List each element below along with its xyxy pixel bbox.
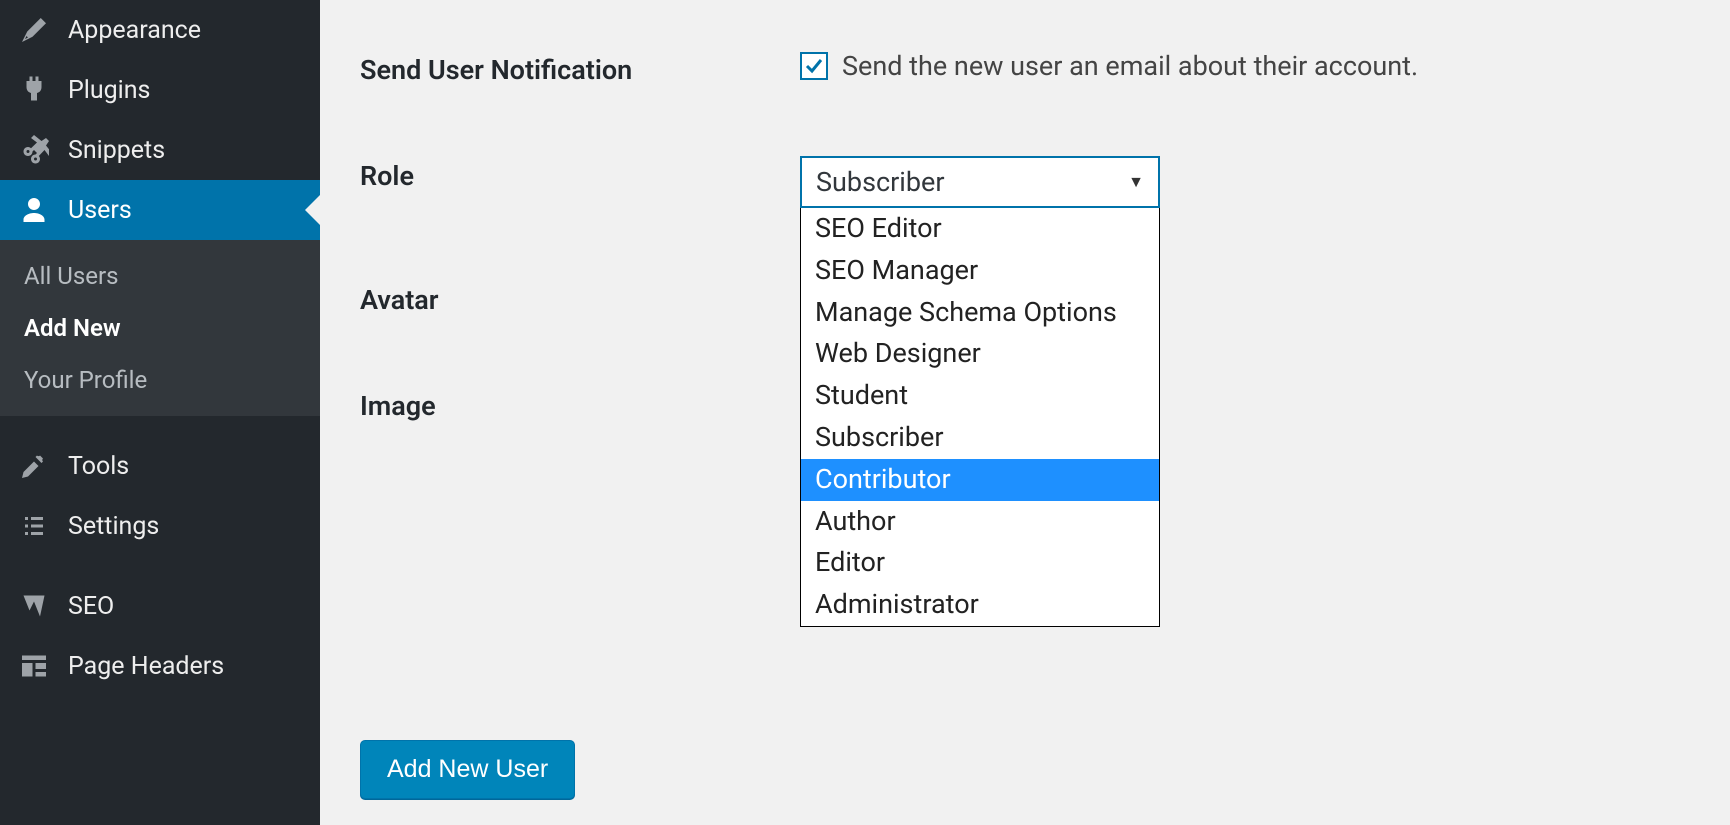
submenu-all-users[interactable]: All Users: [0, 250, 320, 302]
sidebar-item-label: SEO: [68, 592, 114, 621]
users-icon: [18, 194, 50, 226]
sidebar-item-label: Snippets: [68, 136, 165, 165]
role-dropdown: SEO Editor SEO Manager Manage Schema Opt…: [800, 208, 1160, 627]
sidebar-item-label: Plugins: [68, 76, 150, 105]
role-option[interactable]: Web Designer: [801, 333, 1159, 375]
role-option[interactable]: Manage Schema Options: [801, 292, 1159, 334]
sidebar-item-appearance[interactable]: Appearance: [0, 0, 320, 60]
sidebar-item-page-headers[interactable]: Page Headers: [0, 636, 320, 696]
chevron-down-icon: ▼: [1128, 172, 1144, 192]
submenu-add-new[interactable]: Add New: [0, 302, 320, 354]
sidebar-item-label: Users: [68, 196, 132, 225]
role-option[interactable]: SEO Manager: [801, 250, 1159, 292]
snippets-icon: [18, 134, 50, 166]
role-select[interactable]: Subscriber ▼: [800, 156, 1160, 208]
role-option[interactable]: Administrator: [801, 584, 1159, 626]
sidebar-item-label: Settings: [68, 512, 159, 541]
role-option[interactable]: Contributor: [801, 459, 1159, 501]
admin-sidebar: Appearance Plugins Snippets Users All Us…: [0, 0, 320, 825]
sidebar-item-label: Page Headers: [68, 652, 224, 681]
notification-checkbox[interactable]: [800, 52, 828, 80]
page-headers-icon: [18, 650, 50, 682]
appearance-icon: [18, 14, 50, 46]
role-selected-value: Subscriber: [816, 166, 945, 198]
sidebar-item-plugins[interactable]: Plugins: [0, 60, 320, 120]
role-label: Role: [360, 156, 800, 192]
main-content: Send User Notification Send the new user…: [320, 0, 1730, 825]
role-option[interactable]: Subscriber: [801, 417, 1159, 459]
settings-icon: [18, 510, 50, 542]
sidebar-item-tools[interactable]: Tools: [0, 436, 320, 496]
sidebar-item-seo[interactable]: SEO: [0, 576, 320, 636]
role-option[interactable]: SEO Editor: [801, 208, 1159, 250]
plugins-icon: [18, 74, 50, 106]
add-new-user-button[interactable]: Add New User: [360, 740, 575, 799]
role-option[interactable]: Editor: [801, 542, 1159, 584]
role-option[interactable]: Author: [801, 501, 1159, 543]
notification-text: Send the new user an email about their a…: [842, 50, 1418, 82]
tools-icon: [18, 450, 50, 482]
submenu-your-profile[interactable]: Your Profile: [0, 354, 320, 406]
sidebar-item-snippets[interactable]: Snippets: [0, 120, 320, 180]
sidebar-item-label: Appearance: [68, 16, 201, 45]
role-option[interactable]: Student: [801, 375, 1159, 417]
avatar-label: Avatar: [360, 280, 800, 316]
sidebar-item-settings[interactable]: Settings: [0, 496, 320, 556]
users-submenu: All Users Add New Your Profile: [0, 240, 320, 416]
seo-icon: [18, 590, 50, 622]
image-label: Image: [360, 386, 800, 422]
sidebar-item-users[interactable]: Users: [0, 180, 320, 240]
sidebar-item-label: Tools: [68, 452, 129, 481]
notification-label: Send User Notification: [360, 50, 800, 86]
